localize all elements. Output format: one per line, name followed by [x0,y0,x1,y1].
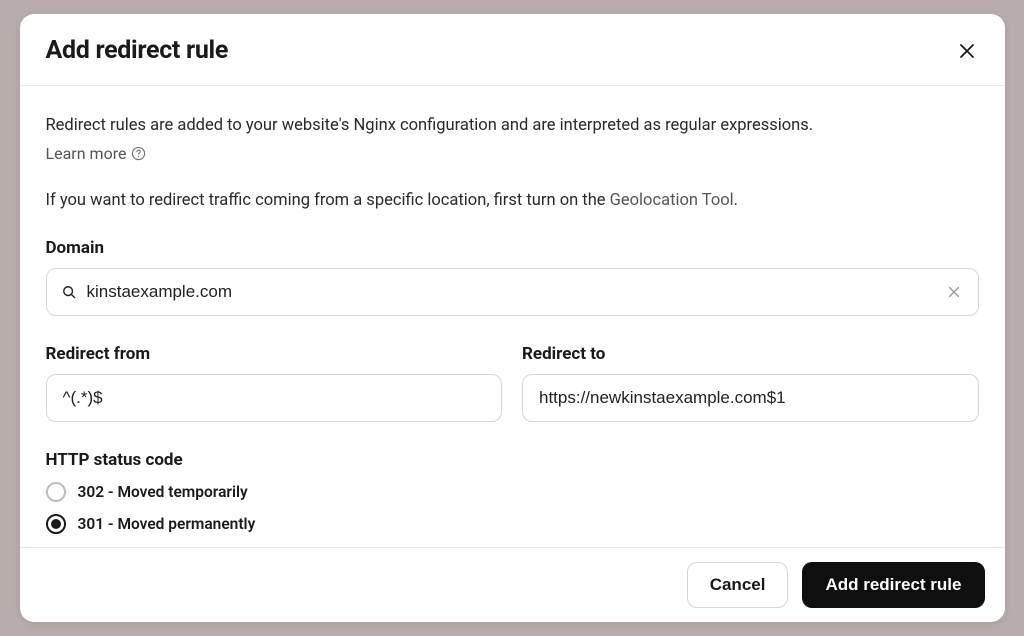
status-option-302[interactable]: 302 - Moved temporarily [46,482,979,502]
cancel-button[interactable]: Cancel [687,562,789,608]
geolocation-tool-link[interactable]: Geolocation Tool [610,191,734,210]
search-icon [62,285,76,299]
geo-suffix: . [734,191,738,210]
geo-prefix: If you want to redirect traffic coming f… [46,191,610,210]
close-icon [959,43,975,59]
status-code-label: HTTP status code [46,450,979,470]
learn-more-label: Learn more [46,144,127,163]
clear-domain-button[interactable] [943,281,965,303]
status-option-label: 301 - Moved permanently [78,515,256,533]
status-option-label: 302 - Moved temporarily [78,483,248,501]
domain-label: Domain [46,238,979,258]
redirect-from-field-group: Redirect from [46,344,503,422]
radio-icon [46,482,66,502]
geo-text: If you want to redirect traffic coming f… [46,191,979,210]
redirect-from-label: Redirect from [46,344,503,364]
redirect-to-label: Redirect to [522,344,979,364]
domain-input[interactable] [46,268,979,316]
clear-icon [947,285,961,299]
redirect-from-input[interactable] [46,374,503,422]
modal-header: Add redirect rule [20,14,1005,86]
close-button[interactable] [955,39,979,63]
learn-more-link[interactable]: Learn more [46,144,147,163]
modal-footer: Cancel Add redirect rule [20,547,1005,622]
radio-icon [46,514,66,534]
status-code-field-group: HTTP status code 302 - Moved temporarily… [46,450,979,534]
add-redirect-modal: Add redirect rule Redirect rules are add… [20,14,1005,622]
radio-dot-icon [51,519,61,529]
domain-input-wrap [46,268,979,316]
domain-field-group: Domain [46,238,979,316]
intro-text: Redirect rules are added to your website… [46,114,979,138]
help-icon [131,146,146,161]
modal-body: Redirect rules are added to your website… [20,86,1005,547]
redirect-to-field-group: Redirect to [522,344,979,422]
redirect-fields-row: Redirect from Redirect to [46,344,979,422]
status-option-301[interactable]: 301 - Moved permanently [46,514,979,534]
add-redirect-rule-button[interactable]: Add redirect rule [802,562,984,608]
modal-title: Add redirect rule [46,36,229,65]
redirect-to-input[interactable] [522,374,979,422]
